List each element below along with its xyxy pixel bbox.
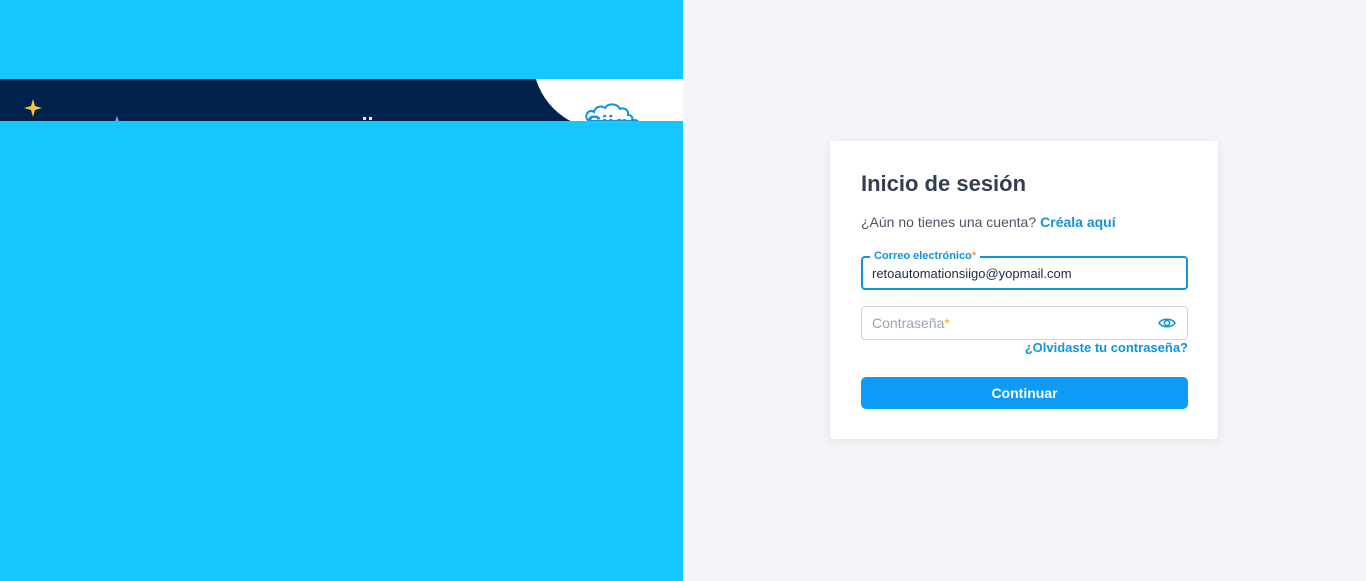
signup-link[interactable]: Créala aquí [1040,214,1115,230]
email-field: Correo electrónico* [861,249,1188,290]
siigo-logo: Siigo [573,87,655,121]
sparkle-icon [363,117,372,120]
svg-text:Siigo: Siigo [587,111,641,121]
forgot-password-link[interactable]: ¿Olvidaste tu contraseña? [1025,340,1188,355]
star-icon [24,99,42,117]
signup-prompt-line: ¿Aún no tienes una cuenta? Créala aquí [861,214,1116,230]
login-panel: Inicio de sesión ¿Aún no tienes una cuen… [683,0,1366,581]
login-page: Siigo Inicio de sesión ¿Aún no tienes un… [0,0,1366,581]
signup-prompt: ¿Aún no tienes una cuenta? [861,214,1037,230]
sparkle-icon [115,116,119,121]
page-title: Inicio de sesión [861,171,1027,196]
continue-button[interactable]: Continuar [861,377,1188,409]
eye-icon[interactable] [1158,316,1176,330]
login-card: Inicio de sesión ¿Aún no tienes una cuen… [830,141,1218,439]
password-field: Contraseña* [861,306,1188,340]
email-input[interactable] [872,258,1142,288]
promo-banner: Siigo [0,79,683,121]
password-input[interactable] [871,307,1141,339]
promo-panel: Siigo [0,0,683,581]
